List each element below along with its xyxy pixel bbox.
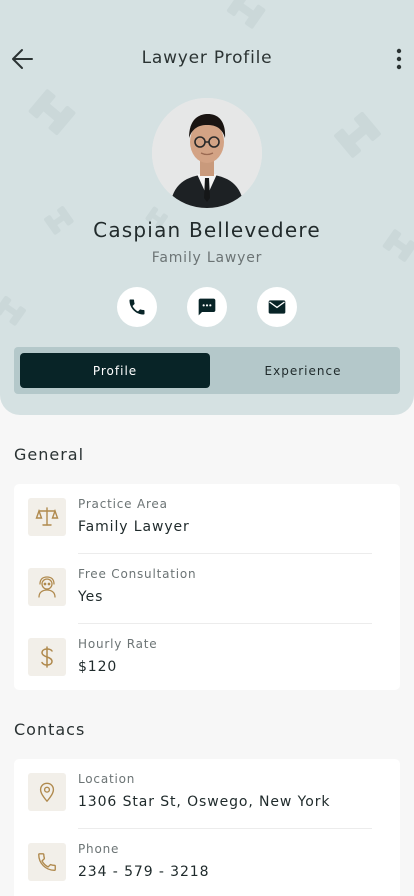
general-card: Practice Area Family Lawyer Free Consult…	[14, 484, 400, 690]
message-icon	[198, 298, 216, 316]
phone-icon	[38, 853, 56, 871]
list-item[interactable]: Location 1306 Star St, Oswego, New York	[28, 759, 386, 829]
more-options-icon[interactable]	[392, 46, 406, 72]
free-consultation-label: Free Consultation	[78, 567, 197, 581]
practice-area-value: Family Lawyer	[78, 519, 190, 535]
phone-icon	[129, 299, 145, 315]
scale-icon	[35, 507, 59, 526]
location-value: 1306 Star St, Oswego, New York	[78, 794, 331, 810]
list-item: Free Consultation Yes	[28, 554, 386, 624]
profile-header: Lawyer Profile Caspian Bellevedere Famil…	[0, 0, 414, 415]
message-button[interactable]	[187, 287, 227, 327]
phone-label: Phone	[78, 842, 120, 856]
list-item: Hourly Rate $120	[28, 624, 386, 694]
lawyer-name: Caspian Bellevedere	[93, 218, 321, 242]
lawyer-specialty: Family Lawyer	[151, 250, 263, 266]
list-item: Practice Area Family Lawyer	[28, 484, 386, 554]
mail-icon	[268, 300, 286, 314]
location-pin-icon	[39, 782, 55, 803]
gavel-watermark-icon	[28, 89, 76, 135]
practice-area-label: Practice Area	[78, 497, 168, 511]
hourly-rate-value: $120	[78, 659, 118, 675]
general-section-title: General	[14, 445, 85, 464]
list-item[interactable]: Phone 234 - 579 - 3218	[28, 829, 386, 896]
contacts-section-title: Contacs	[14, 720, 86, 739]
location-label: Location	[78, 772, 136, 786]
gavel-watermark-icon	[334, 112, 381, 158]
profile-tabs: Profile Experience	[14, 347, 400, 394]
tab-profile[interactable]: Profile	[20, 353, 210, 388]
lawyer-portrait-icon	[152, 98, 262, 208]
consultant-icon	[38, 576, 56, 598]
free-consultation-value: Yes	[78, 589, 104, 605]
dollar-icon	[41, 646, 53, 668]
contacts-card: Location 1306 Star St, Oswego, New York …	[14, 759, 400, 896]
email-button[interactable]	[257, 287, 297, 327]
tab-experience[interactable]: Experience	[210, 353, 396, 388]
gavel-watermark-icon	[0, 295, 26, 326]
avatar	[152, 98, 262, 208]
call-button[interactable]	[117, 287, 157, 327]
phone-value: 234 - 579 - 3218	[78, 864, 210, 880]
page-title: Lawyer Profile	[141, 48, 273, 68]
gavel-watermark-icon	[226, 0, 266, 29]
top-bar: Lawyer Profile	[0, 40, 414, 76]
hourly-rate-label: Hourly Rate	[78, 637, 158, 651]
